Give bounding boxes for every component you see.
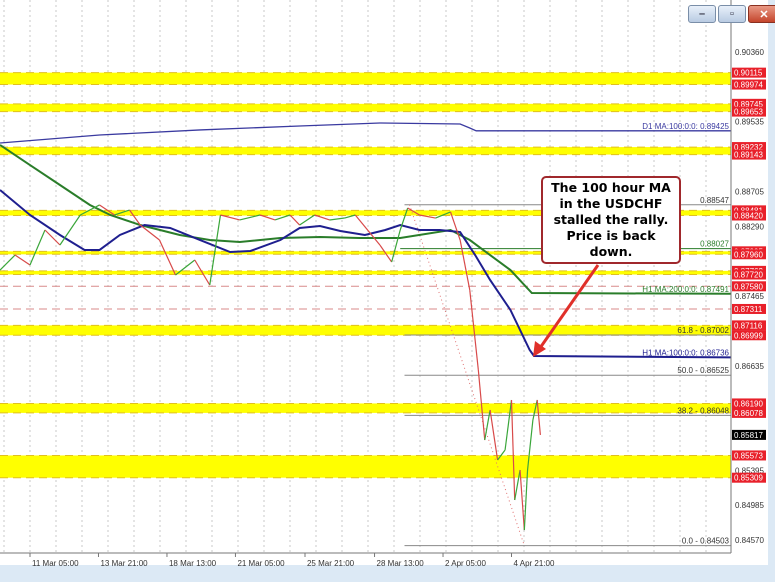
yellow-band — [0, 147, 731, 155]
annotation-text: The 100 hour MA in the USDCHF stalled th… — [551, 180, 671, 259]
price-level-tag-label: 0.87720 — [734, 270, 763, 279]
current-price-label: 0.85817 — [734, 431, 763, 440]
time-tick-label: 11 Mar 05:00 — [32, 559, 79, 568]
yellow-band — [0, 325, 731, 336]
price-tick-label: 0.84570 — [735, 536, 764, 545]
price-tick-label: 0.87465 — [735, 292, 764, 301]
price-level-tag-label: 0.86999 — [734, 331, 763, 340]
price-tick-label: 0.89535 — [735, 118, 764, 127]
fib-level-label: 50.0 - 0.86525 — [677, 366, 729, 375]
fib-level-label: 61.8 - 0.87002 — [677, 326, 729, 335]
ma-label: D1 MA:100:0:0: 0.89425 — [642, 122, 729, 131]
price-tick-label: 0.86635 — [735, 362, 764, 371]
close-button[interactable]: ✕ — [748, 5, 775, 23]
fib-level-label: 0.88547 — [700, 196, 729, 205]
minimize-icon: – — [698, 8, 706, 20]
yellow-band — [0, 455, 731, 478]
price-level-tag-label: 0.87580 — [734, 282, 763, 291]
price-tick-label: 0.88290 — [735, 222, 764, 231]
ma-label: H1 MA:200:0:0: 0.87491 — [642, 285, 729, 294]
time-tick-label: 18 Mar 13:00 — [169, 559, 217, 568]
yellow-band — [0, 72, 731, 85]
price-tick-label: 0.88705 — [735, 187, 764, 196]
price-level-tag-label: 0.88420 — [734, 212, 763, 221]
yellow-band — [0, 403, 731, 413]
price-tick-label: 0.84985 — [735, 501, 764, 510]
fib-level-label: 0.0 - 0.84503 — [682, 537, 730, 546]
yellow-band — [0, 103, 731, 112]
price-level-tag-label: 0.86078 — [734, 409, 763, 418]
price-level-tag-label: 0.87311 — [734, 305, 763, 314]
time-tick-label: 2 Apr 05:00 — [445, 559, 486, 568]
price-level-tag-label: 0.90115 — [734, 69, 763, 78]
time-tick-label: 25 Mar 21:00 — [307, 559, 355, 568]
green-level-label: 0.88027 — [700, 240, 729, 249]
price-level-tag-label: 0.87116 — [734, 321, 763, 330]
maximize-button[interactable]: ▫ — [718, 5, 746, 23]
price-level-tag-label: 0.87960 — [734, 250, 763, 259]
price-level-tag-label: 0.85573 — [734, 451, 763, 460]
price-level-tag-label: 0.89974 — [734, 81, 763, 90]
time-tick-label: 28 Mar 13:00 — [377, 559, 425, 568]
close-icon: ✕ — [759, 8, 769, 21]
price-chart[interactable]: 0.0 - 0.84503 38.2 - 0.86048 50.0 - 0.8652… — [0, 0, 775, 582]
window-controls: – ▫ ✕ — [688, 5, 775, 23]
time-tick-label: 13 Mar 21:00 — [100, 559, 148, 568]
ma-label: H1 MA:100:0:0: 0.86736 — [642, 348, 729, 357]
price-level-tag-label: 0.89653 — [734, 108, 763, 117]
annotation-box: The 100 hour MA in the USDCHF stalled th… — [541, 176, 681, 264]
time-tick-label: 4 Apr 21:00 — [514, 559, 555, 568]
fib-level-label: 38.2 - 0.86048 — [677, 406, 729, 415]
restore-icon: ▫ — [730, 8, 734, 20]
price-level-tag-label: 0.89143 — [734, 151, 763, 160]
minimize-button[interactable]: – — [688, 5, 716, 23]
price-tick-label: 0.90360 — [735, 48, 764, 57]
time-tick-label: 21 Mar 05:00 — [237, 559, 285, 568]
price-level-tag-label: 0.85309 — [734, 474, 763, 483]
price-level-tag-label: 0.86190 — [734, 399, 763, 408]
yellow-band — [0, 270, 731, 275]
